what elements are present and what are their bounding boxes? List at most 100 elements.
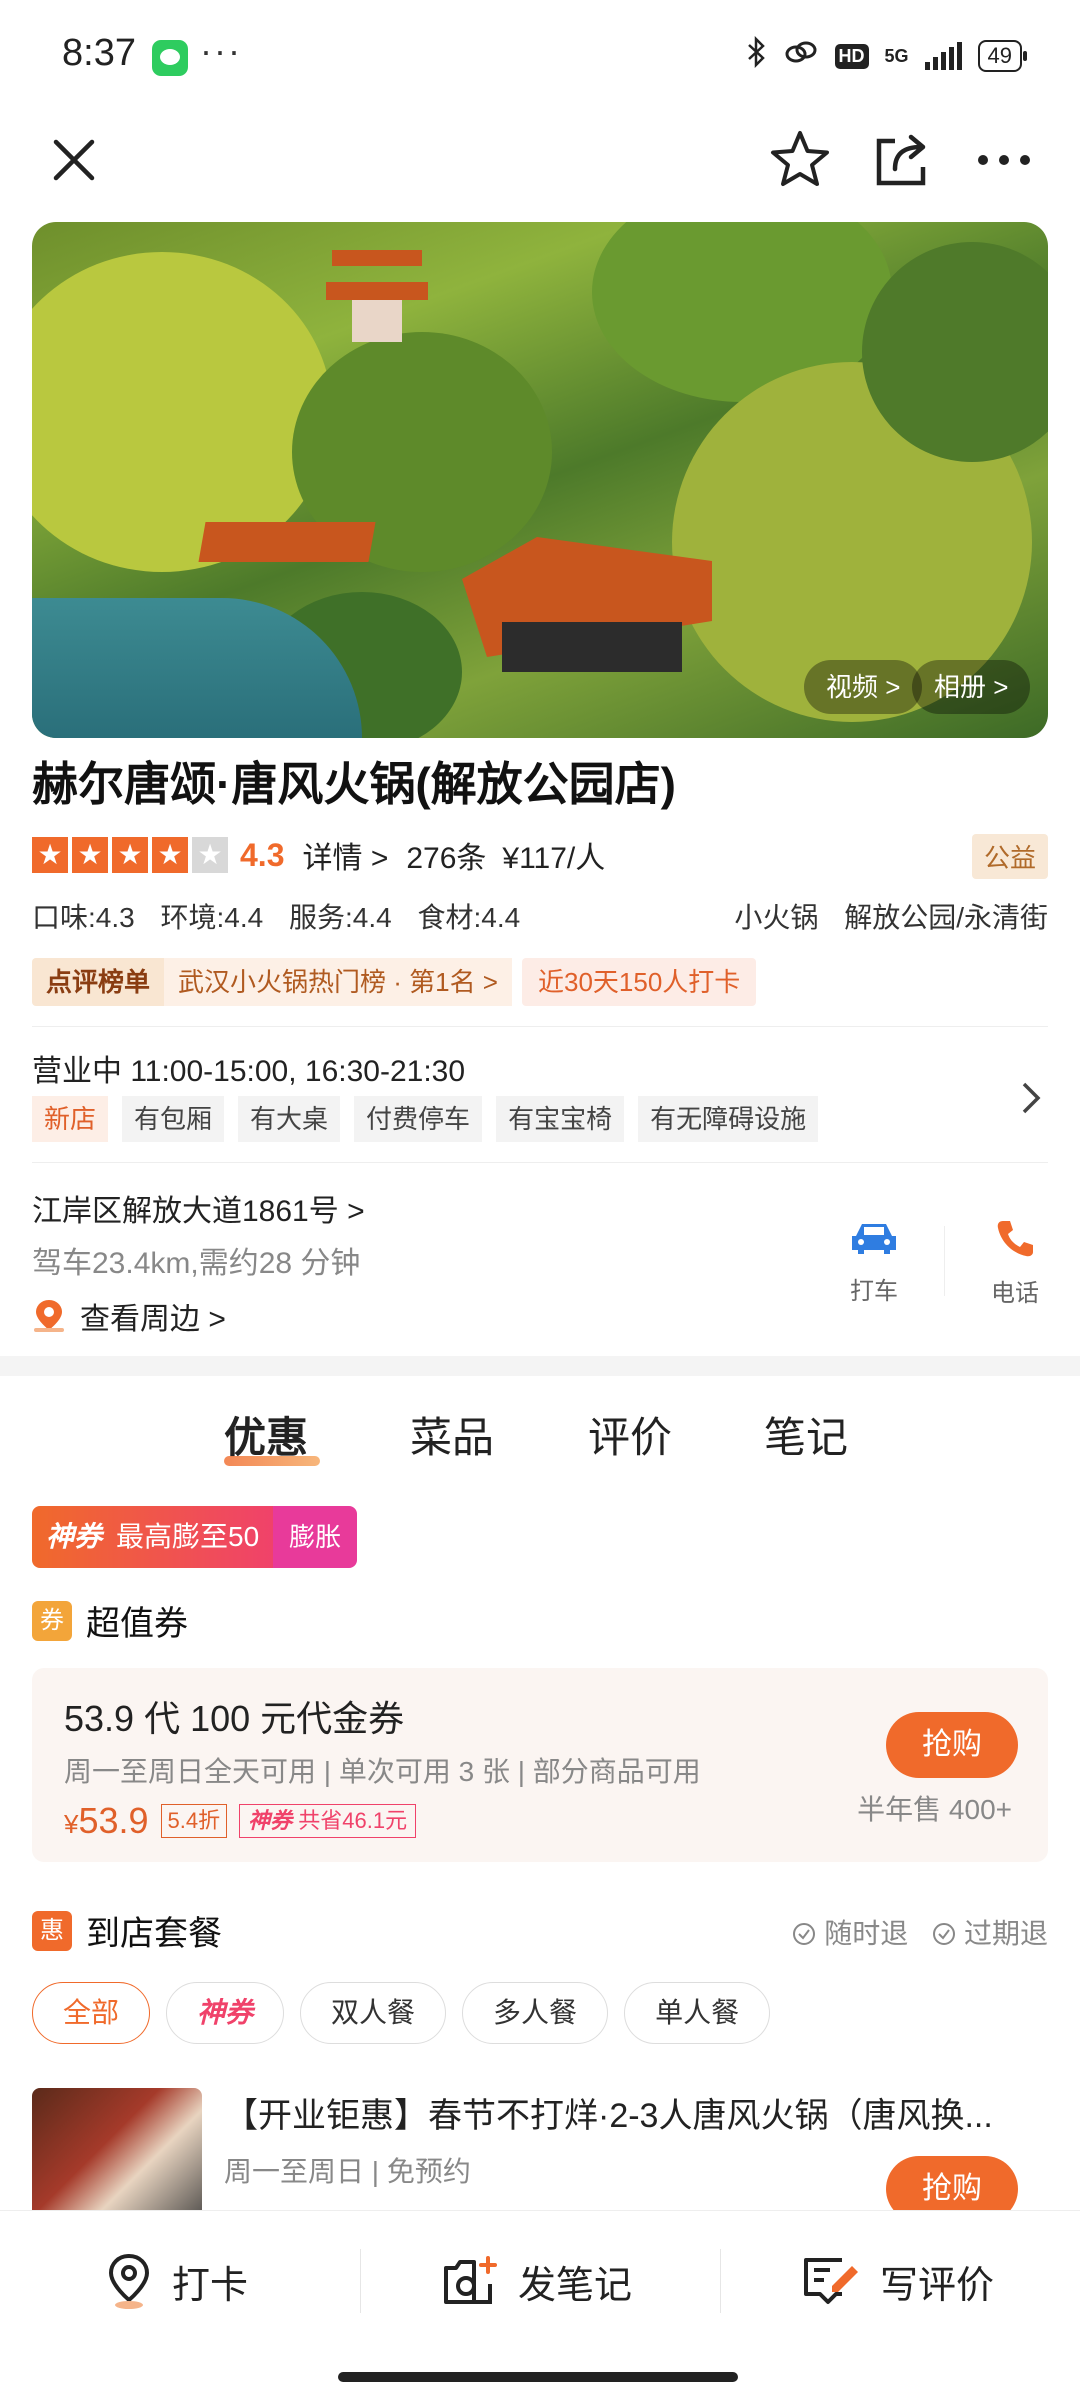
tag-accessible: 有无障碍设施 <box>638 1096 819 1142</box>
score-service: 服务:4.4 <box>289 902 392 933</box>
voucher-buy-button[interactable]: 抢购 <box>886 1712 1018 1778</box>
shop-category: 小火锅 <box>734 902 819 933</box>
divider <box>360 2249 361 2313</box>
star-icon: ★ <box>152 837 188 873</box>
phone-button[interactable]: 电话 <box>965 1218 1065 1308</box>
voucher-discount: 5.4折 <box>160 1804 228 1838</box>
package-title: 【开业钜惠】春节不打烊·2-3人唐风火锅（唐风换... <box>224 2097 993 2135</box>
filter-all[interactable]: 全部 <box>32 1982 151 2044</box>
divider <box>720 2249 721 2313</box>
voucher-sold-count: 半年售 400+ <box>857 1794 1012 1825</box>
location-pin-icon <box>108 2253 150 2309</box>
signal-icon <box>924 42 962 70</box>
check-circle-icon <box>933 1923 956 1945</box>
bottom-action-bar: 打卡 发笔记 写评价 <box>0 2210 1080 2350</box>
divider <box>944 1226 945 1296</box>
album-button[interactable]: 相册 > <box>912 660 1031 714</box>
post-note-button[interactable]: 发笔记 <box>442 2211 632 2351</box>
video-button[interactable]: 视频 > <box>804 660 923 714</box>
filter-group[interactable]: 多人餐 <box>462 1982 609 2044</box>
coupon-icon: 券 <box>32 1600 72 1641</box>
status-bar: 8:37 ··· HD 5G 49 <box>0 0 1080 110</box>
package-section-title: 到店套餐 <box>86 1915 222 1953</box>
star-icon <box>771 131 829 186</box>
nearby-link[interactable]: 查看周边 > <box>32 1294 226 1338</box>
top-nav <box>0 110 1080 210</box>
package-filters: 全部 神券 双人餐 多人餐 单人餐 <box>32 1982 771 2044</box>
rank-link[interactable]: 武汉小火锅热门榜 · 第1名 > <box>164 958 512 1006</box>
divider <box>32 1162 1048 1163</box>
close-icon <box>53 139 95 181</box>
favorite-button[interactable] <box>760 120 840 200</box>
shenquan-banner[interactable]: 神券 最高膨至50 膨胀 <box>32 1506 358 1568</box>
voucher-desc: 周一至周日全天可用 | 单次可用 3 张 | 部分商品可用 <box>64 1756 701 1787</box>
tag-baby-chair: 有宝宝椅 <box>496 1096 625 1142</box>
shenquan-text: 最高膨至50 <box>116 1521 260 1552</box>
checkin-button[interactable]: 打卡 <box>104 2211 248 2351</box>
star-empty-icon: ★ <box>192 837 228 873</box>
wechat-icon <box>152 40 188 76</box>
tag-private-room: 有包厢 <box>122 1096 225 1142</box>
details-link[interactable]: 详情 > <box>302 833 388 877</box>
voucher-price-row: ¥53.9 5.4折 神券 共省46.1元 <box>64 1800 417 1842</box>
charity-badge[interactable]: 公益 <box>971 834 1048 879</box>
facility-tags: 新店 有包厢 有大桌 付费停车 有宝宝椅 有无障碍设施 <box>32 1096 819 1142</box>
package-item[interactable]: 【开业钜惠】春节不打烊·2-3人唐风火锅（唐风换... 周一至周日 | 免预约 … <box>32 2088 1048 2238</box>
battery-icon: 49 <box>977 40 1028 72</box>
score-ingredients: 食材:4.4 <box>417 902 521 933</box>
business-hours[interactable]: 营业中 11:00-15:00, 16:30-21:30 <box>32 1046 465 1090</box>
status-time: 8:37 <box>62 32 136 74</box>
tab-reviews[interactable]: 评价 <box>588 1404 672 1465</box>
camera-plus-icon <box>444 2256 497 2304</box>
rank-label: 点评榜单 <box>32 958 165 1006</box>
chevron-right-icon[interactable] <box>1020 1080 1042 1126</box>
star-icon: ★ <box>112 837 148 873</box>
drive-distance: 驾车23.4km,需约28 分钟 <box>32 1247 361 1280</box>
sub-scores-row: 口味:4.3 环境:4.4 服务:4.4 食材:4.4 小火锅 解放公园/永清街 <box>32 896 1048 936</box>
deal-icon: 惠 <box>32 1910 72 1951</box>
tab-dishes[interactable]: 菜品 <box>410 1404 494 1465</box>
checkin-label: 打卡 <box>172 2264 249 2307</box>
link-icon <box>783 38 819 74</box>
section-gap <box>0 1356 1080 1376</box>
home-indicator[interactable] <box>338 2372 738 2382</box>
checkin-count[interactable]: 近30天150人打卡 <box>522 958 757 1006</box>
tab-notes[interactable]: 笔记 <box>764 1404 848 1465</box>
tab-bar: 优惠 菜品 评价 笔记 <box>0 1404 1080 1474</box>
voucher-section-title: 超值券 <box>86 1605 188 1643</box>
star-icon: ★ <box>72 837 108 873</box>
more-icon <box>978 155 1030 165</box>
shop-address[interactable]: 江岸区解放大道1861号 > <box>32 1186 365 1230</box>
taxi-label: 打车 <box>850 1278 898 1305</box>
location-pin-icon <box>34 1300 64 1332</box>
taxi-button[interactable]: 打车 <box>824 1218 924 1306</box>
divider <box>32 1026 1048 1027</box>
rating-row: ★ ★ ★ ★ ★ 4.3 详情 > 276条 ¥117/人 <box>32 832 605 878</box>
refund-expired: 过期退 <box>932 1912 1048 1952</box>
filter-single[interactable]: 单人餐 <box>624 1982 771 2044</box>
more-button[interactable] <box>964 120 1044 200</box>
voucher-card[interactable]: 53.9 代 100 元代金券 周一至周日全天可用 | 单次可用 3 张 | 部… <box>32 1668 1048 1862</box>
expand-button[interactable]: 膨胀 <box>273 1506 358 1568</box>
filter-shenquan[interactable]: 神券 <box>166 1982 285 2044</box>
review-count: 276条 <box>406 842 487 875</box>
share-icon <box>876 134 926 186</box>
voucher-savings: 神券 共省46.1元 <box>239 1804 417 1838</box>
check-circle-icon <box>793 1923 816 1945</box>
shenquan-brand: 神券 <box>46 1521 103 1552</box>
score-taste: 口味:4.3 <box>32 902 135 933</box>
share-button[interactable] <box>862 120 942 200</box>
rank-row: 点评榜单 武汉小火锅热门榜 · 第1名 > 近30天150人打卡 <box>32 958 757 1006</box>
close-button[interactable] <box>34 120 114 200</box>
phone-label: 电话 <box>991 1280 1039 1307</box>
shop-area: 解放公园/永清街 <box>844 902 1048 933</box>
write-review-label: 写评价 <box>880 2264 995 2307</box>
star-icon: ★ <box>32 837 68 873</box>
tag-paid-parking: 付费停车 <box>354 1096 483 1142</box>
filter-for-two[interactable]: 双人餐 <box>300 1982 447 2044</box>
edit-review-icon <box>804 2258 858 2304</box>
refund-anytime: 随时退 <box>792 1912 908 1952</box>
hero-image[interactable]: 视频 > 相册 > <box>32 222 1048 738</box>
nearby-label: 查看周边 > <box>80 1303 226 1336</box>
write-review-button[interactable]: 写评价 <box>802 2211 994 2351</box>
